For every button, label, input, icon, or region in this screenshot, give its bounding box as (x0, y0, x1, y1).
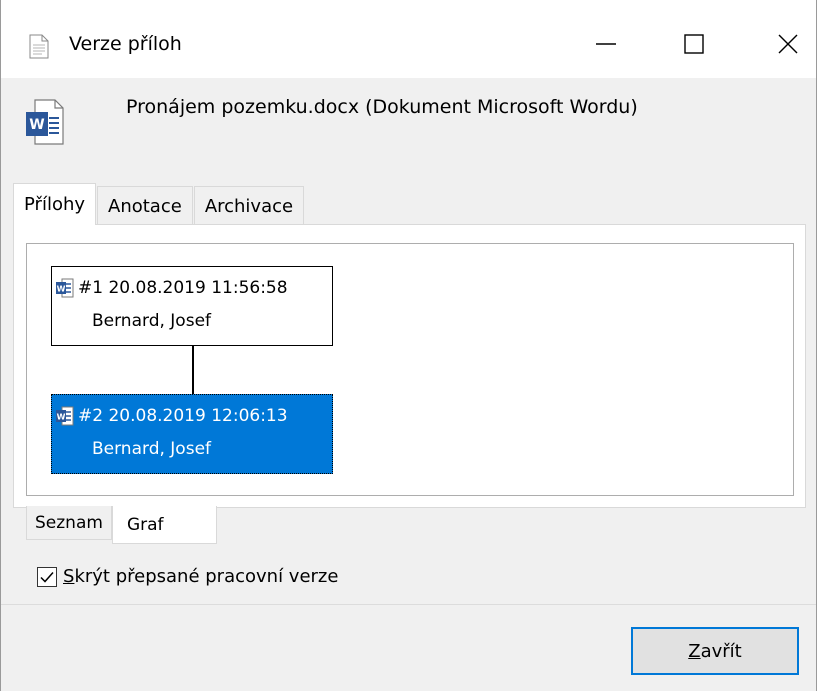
bottom-tab-strip: Seznam Graf (26, 506, 217, 544)
svg-text:W: W (29, 117, 44, 133)
attachments-panel: W #1 20.08.2019 11:56:58 Bernard, Josef (13, 224, 806, 508)
document-icon (29, 34, 49, 59)
tab-prilohy[interactable]: Přílohy (13, 183, 97, 225)
svg-text:W: W (57, 285, 66, 294)
checkmark-icon (40, 571, 54, 583)
close-button[interactable]: Zavřít (631, 627, 799, 675)
version-author: Bernard, Josef (92, 439, 212, 459)
window-title: Verze příloh (69, 33, 182, 55)
file-title: Pronájem pozemku.docx (Dokument Microsof… (126, 96, 638, 118)
footer-divider (1, 604, 816, 605)
version-datetime: 20.08.2019 12:06:13 (108, 406, 288, 426)
version-node-2[interactable]: W #2 20.08.2019 12:06:13 Bernard, Josef (51, 394, 333, 474)
tab-anotace[interactable]: Anotace (97, 186, 193, 225)
close-button-label: avřít (700, 640, 742, 662)
dialog-window: Verze příloh W Pronájem pozemku.docx (Do… (0, 0, 817, 691)
tab-archivace[interactable]: Archivace (193, 186, 305, 225)
word-document-icon: W (56, 278, 74, 298)
close-window-button[interactable] (761, 20, 815, 68)
tab-seznam[interactable]: Seznam (26, 506, 112, 540)
minimize-button[interactable] (579, 20, 633, 68)
version-number: #2 (78, 406, 104, 426)
top-tab-strip: Přílohy Anotace Archivace (13, 183, 305, 225)
maximize-button[interactable] (667, 20, 721, 68)
checkbox-mnemonic: S (63, 566, 75, 587)
hide-overwritten-versions-checkbox[interactable]: Skrýt přepsané pracovní verze (37, 566, 338, 587)
version-node-1[interactable]: W #1 20.08.2019 11:56:58 Bernard, Josef (51, 266, 333, 346)
version-datetime: 20.08.2019 11:56:58 (108, 278, 288, 298)
file-header: W Pronájem pozemku.docx (Dokument Micros… (1, 78, 816, 183)
word-document-icon: W (26, 99, 64, 145)
svg-text:W: W (57, 413, 66, 422)
version-number: #1 (78, 278, 104, 298)
version-connector-line (192, 346, 194, 394)
close-button-mnemonic: Z (688, 640, 701, 662)
minimize-icon (596, 43, 616, 45)
close-icon (778, 34, 798, 54)
title-bar: Verze příloh (1, 0, 816, 78)
maximize-icon (684, 34, 704, 54)
checkbox-label: krýt přepsané pracovní verze (74, 566, 339, 587)
word-document-icon: W (56, 406, 74, 426)
checkbox-box[interactable] (37, 566, 57, 587)
version-author: Bernard, Josef (92, 311, 212, 331)
tab-graf[interactable]: Graf (111, 506, 217, 544)
version-graph[interactable]: W #1 20.08.2019 11:56:58 Bernard, Josef (26, 243, 794, 496)
